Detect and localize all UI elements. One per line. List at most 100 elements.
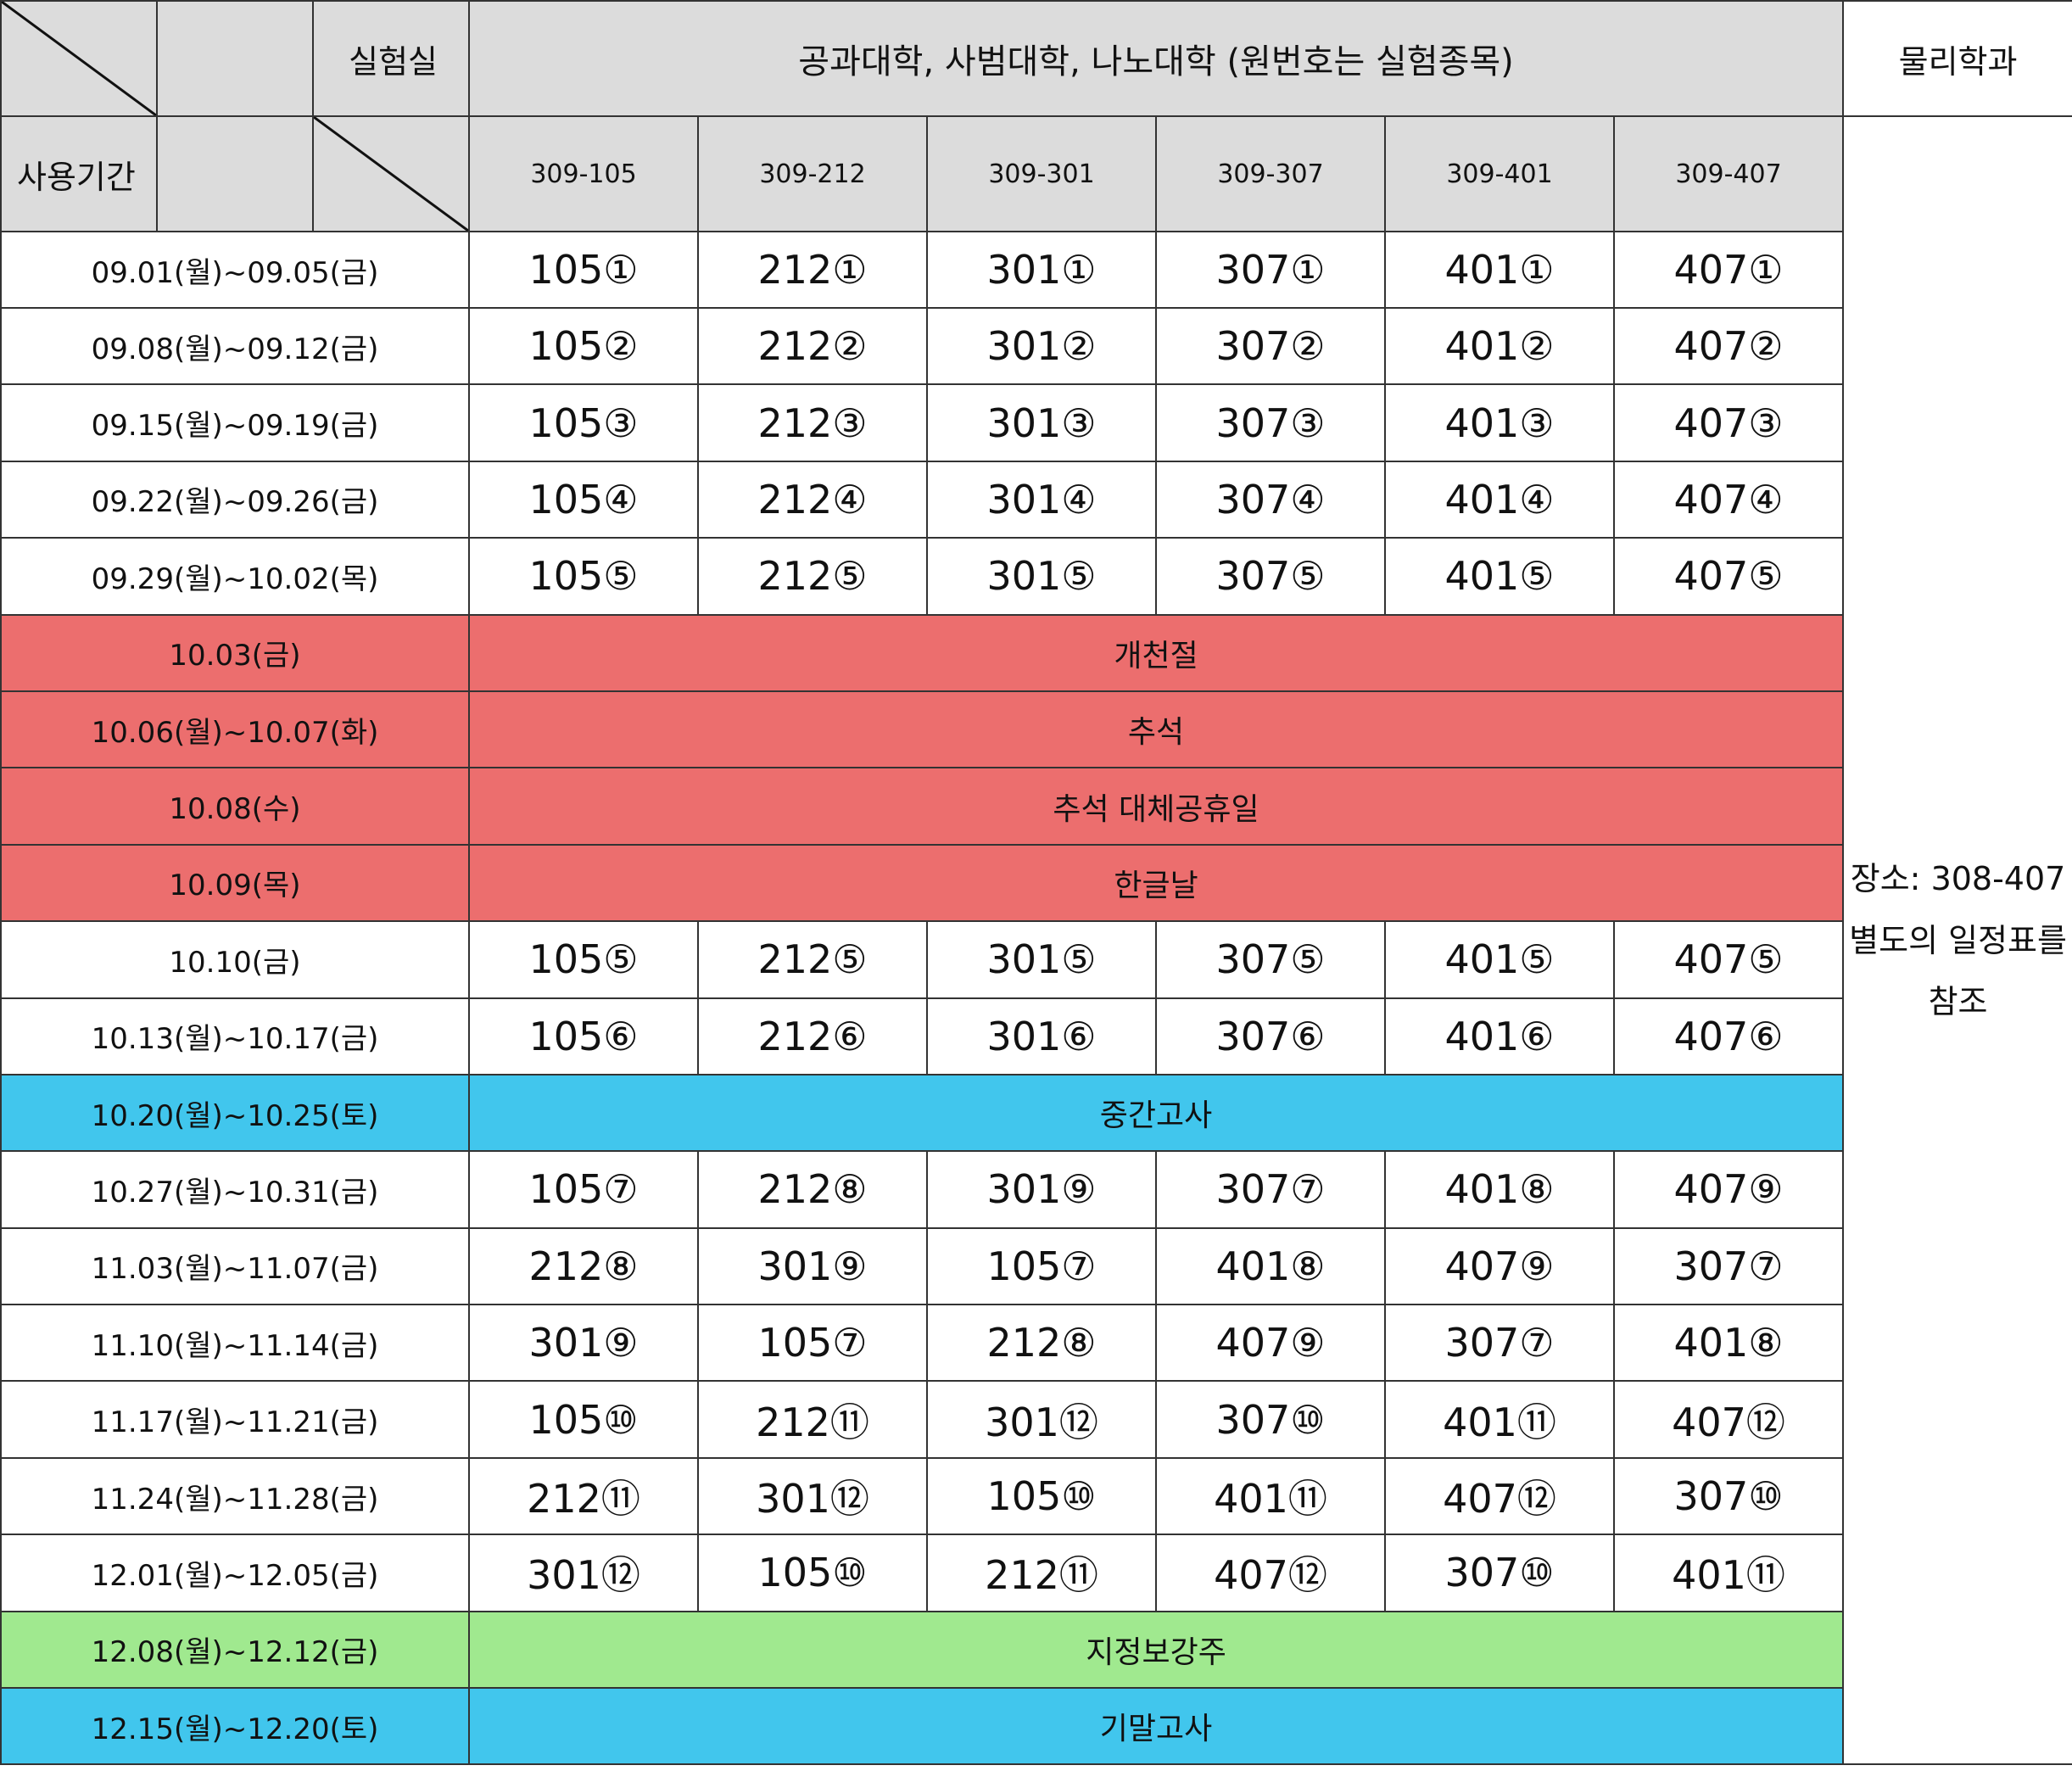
- experiment-cell: 307⑦: [1384, 1304, 1615, 1383]
- experiment-cell: 407④: [1612, 460, 1845, 539]
- experiment-cell: 401③: [1384, 383, 1615, 462]
- exam-row: 10.20(월)~10.25(토) 중간고사: [0, 1073, 2072, 1153]
- experiment-cell: 212⑤: [697, 537, 928, 616]
- experiment-cell: 301⑫: [468, 1534, 699, 1612]
- experiment-cell: 401⑤: [1384, 537, 1615, 616]
- experiment-cell: 401⑧: [1384, 1150, 1615, 1229]
- schedule-row: 10.10(금) 105⑤ 212⑤ 301⑤ 307⑤ 401⑤ 407⑤: [0, 920, 2072, 999]
- schedule-row: 11.24(월)~11.28(금) 212⑪ 301⑫ 105⑩ 401⑪ 407⑫ 307…: [0, 1456, 2072, 1536]
- date-cell: 11.03(월)~11.07(금): [0, 1226, 470, 1306]
- date-cell: 10.03(금): [0, 613, 470, 692]
- date-cell: 10.13(월)~10.17(금): [0, 997, 470, 1075]
- date-cell: 10.20(월)~10.25(토): [0, 1073, 470, 1153]
- experiment-cell: 301②: [926, 306, 1157, 386]
- experiment-cell: 105⑦: [697, 1304, 928, 1383]
- experiment-cell: 301⑥: [926, 997, 1157, 1075]
- date-cell: 10.09(목): [0, 843, 470, 923]
- date-cell: 11.17(월)~11.21(금): [0, 1380, 470, 1459]
- schedule-row: 12.01(월)~12.05(금) 301⑫ 105⑩ 212⑪ 407⑫ 307⑩ 401…: [0, 1534, 2072, 1612]
- experiment-cell: 105⑩: [697, 1534, 928, 1612]
- date-cell: 10.08(수): [0, 767, 470, 846]
- corner-cell-right: [312, 115, 470, 232]
- lab-label: 실험실: [312, 0, 470, 117]
- experiment-cell: 307③: [1155, 383, 1386, 462]
- date-cell: 09.22(월)~09.26(금): [0, 460, 470, 539]
- holiday-row: 10.03(금) 개천절: [0, 613, 2072, 692]
- experiment-cell: 401⑤: [1384, 920, 1615, 999]
- experiment-cell: 105⑩: [468, 1380, 699, 1459]
- experiment-cell: 301⑤: [926, 537, 1157, 616]
- experiment-cell: 407①: [1612, 231, 1845, 309]
- experiment-cell: 301⑨: [468, 1304, 699, 1383]
- holiday-row: 10.08(수) 추석 대체공휴일: [0, 767, 2072, 846]
- experiment-cell: 212⑤: [697, 920, 928, 999]
- experiment-cell: 105⑤: [468, 537, 699, 616]
- schedule-row: 10.13(월)~10.17(금) 105⑥ 212⑥ 301⑥ 307⑥ 401⑥ 407…: [0, 997, 2072, 1075]
- room-code: 309-407: [1612, 115, 1845, 232]
- holiday-row: 10.06(월)~10.07(화) 추석: [0, 690, 2072, 769]
- experiment-cell: 212⑧: [697, 1150, 928, 1229]
- experiment-cell: 401②: [1384, 306, 1615, 386]
- date-cell: 12.01(월)~12.05(금): [0, 1534, 470, 1612]
- schedule-row: 10.27(월)~10.31(금) 105⑦ 212⑧ 301⑨ 307⑦ 401⑧ 407…: [0, 1150, 2072, 1229]
- experiment-cell: 105⑦: [926, 1226, 1157, 1306]
- event-cell: 개천절: [467, 613, 1845, 692]
- experiment-cell: 407⑫: [1612, 1380, 1845, 1459]
- event-cell: 중간고사: [467, 1073, 1845, 1153]
- experiment-cell: 407⑫: [1155, 1534, 1386, 1612]
- corner-cell-mid-2: [156, 115, 314, 232]
- experiment-cell: 105③: [468, 383, 699, 462]
- experiment-cell: 212③: [697, 383, 928, 462]
- schedule-row: 09.08(월)~09.12(금) 105② 212② 301② 307② 401② 407…: [0, 306, 2072, 386]
- experiment-cell: 301③: [926, 383, 1157, 462]
- experiment-cell: 105⑦: [468, 1150, 699, 1229]
- room-code: 309-301: [926, 115, 1157, 232]
- experiment-cell: 407⑨: [1612, 1150, 1845, 1229]
- experiment-cell: 105⑩: [926, 1456, 1157, 1536]
- date-cell: 09.01(월)~09.05(금): [0, 231, 470, 309]
- experiment-cell: 212⑧: [468, 1226, 699, 1306]
- experiment-cell: 401⑪: [1612, 1534, 1845, 1612]
- experiment-cell: 212⑧: [926, 1304, 1157, 1383]
- experiment-cell: 301⑫: [926, 1380, 1157, 1459]
- schedule-row: 11.03(월)~11.07(금) 212⑧ 301⑨ 105⑦ 401⑧ 407⑨ 307…: [0, 1226, 2072, 1306]
- experiment-cell: 212④: [697, 460, 928, 539]
- experiment-cell: 212⑥: [697, 997, 928, 1075]
- experiment-cell: 401⑥: [1384, 997, 1615, 1075]
- experiment-cell: 401④: [1384, 460, 1615, 539]
- experiment-cell: 301①: [926, 231, 1157, 309]
- group-title: 공과대학, 사범대학, 나노대학 (원번호는 실험종목): [467, 0, 1845, 117]
- schedule-row: 09.29(월)~10.02(목) 105⑤ 212⑤ 301⑤ 307⑤ 401⑤ 407…: [0, 537, 2072, 616]
- exam-row: 12.15(월)~12.20(토) 기말고사: [0, 1687, 2072, 1766]
- date-cell: 10.27(월)~10.31(금): [0, 1150, 470, 1229]
- date-cell: 11.24(월)~11.28(금): [0, 1456, 470, 1536]
- experiment-cell: 307②: [1155, 306, 1386, 386]
- physics-title: 물리학과: [1842, 0, 2072, 117]
- experiment-cell: 401⑧: [1612, 1304, 1845, 1383]
- experiment-cell: 407⑫: [1384, 1456, 1615, 1536]
- schedule-row: 09.15(월)~09.19(금) 105③ 212③ 301③ 307③ 401③ 407…: [0, 383, 2072, 462]
- physics-note: 장소: 308-407 별도의 일정표를 참조: [1842, 115, 2072, 1766]
- experiment-cell: 407③: [1612, 383, 1845, 462]
- schedule-row: 11.17(월)~11.21(금) 105⑩ 212⑪ 301⑫ 307⑩ 401⑪ 407…: [0, 1380, 2072, 1459]
- room-code: 309-401: [1384, 115, 1615, 232]
- date-cell: 12.15(월)~12.20(토): [0, 1687, 470, 1766]
- experiment-cell: 301⑨: [697, 1226, 928, 1306]
- experiment-cell: 307①: [1155, 231, 1386, 309]
- room-code: 309-212: [697, 115, 928, 232]
- experiment-cell: 301⑤: [926, 920, 1157, 999]
- experiment-cell: 301⑫: [697, 1456, 928, 1536]
- date-cell: 10.06(월)~10.07(화): [0, 690, 470, 769]
- event-cell: 추석: [467, 690, 1845, 769]
- event-cell: 한글날: [467, 843, 1845, 923]
- event-cell: 추석 대체공휴일: [467, 767, 1845, 846]
- header-row-1: 실험실 공과대학, 사범대학, 나노대학 (원번호는 실험종목) 물리학과: [0, 0, 2072, 117]
- experiment-cell: 212②: [697, 306, 928, 386]
- experiment-cell: 407⑤: [1612, 537, 1845, 616]
- lab-schedule-table: 실험실 공과대학, 사범대학, 나노대학 (원번호는 실험종목) 물리학과 사용…: [0, 0, 2072, 1766]
- experiment-cell: 105⑥: [468, 997, 699, 1075]
- schedule-row: 09.01(월)~09.05(금) 105① 212① 301① 307① 401① 407…: [0, 231, 2072, 309]
- event-cell: 지정보강주: [467, 1610, 1845, 1690]
- date-cell: 11.10(월)~11.14(금): [0, 1304, 470, 1383]
- corner-cell-left: [0, 0, 158, 117]
